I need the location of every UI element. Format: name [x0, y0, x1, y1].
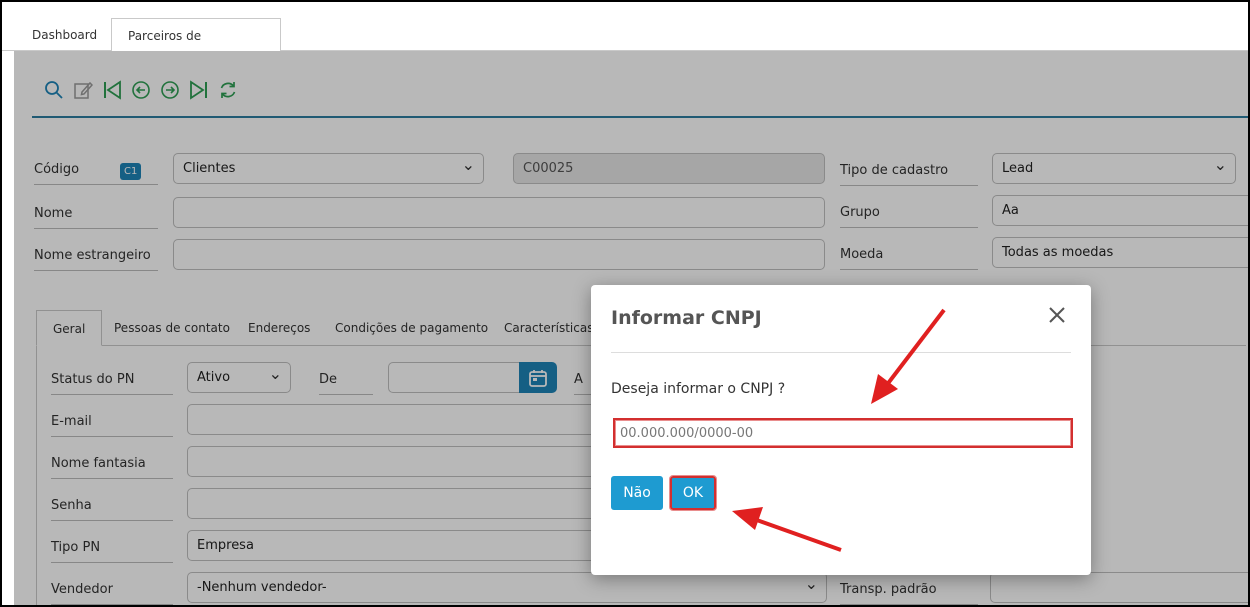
nao-button[interactable]: Não — [611, 476, 663, 510]
dialog-question: Deseja informar o CNPJ ? — [611, 381, 786, 397]
ok-button[interactable]: OK — [669, 475, 717, 511]
dialog-title: Informar CNPJ — [611, 307, 762, 329]
cnpj-input[interactable] — [613, 418, 1073, 448]
cnpj-dialog: Informar CNPJ Deseja informar o CNPJ ? N… — [591, 285, 1091, 575]
close-icon[interactable] — [1047, 305, 1069, 327]
app-window: Dashboard Parceiros de negócios✕ — [0, 0, 1250, 607]
dialog-divider — [611, 352, 1071, 353]
tab-parceiros[interactable]: Parceiros de negócios✕ — [111, 18, 281, 78]
tab-label: Dashboard — [32, 28, 98, 42]
top-tab-bar: Dashboard Parceiros de negócios✕ — [2, 2, 1248, 78]
tab-dashboard[interactable]: Dashboard — [16, 18, 113, 52]
